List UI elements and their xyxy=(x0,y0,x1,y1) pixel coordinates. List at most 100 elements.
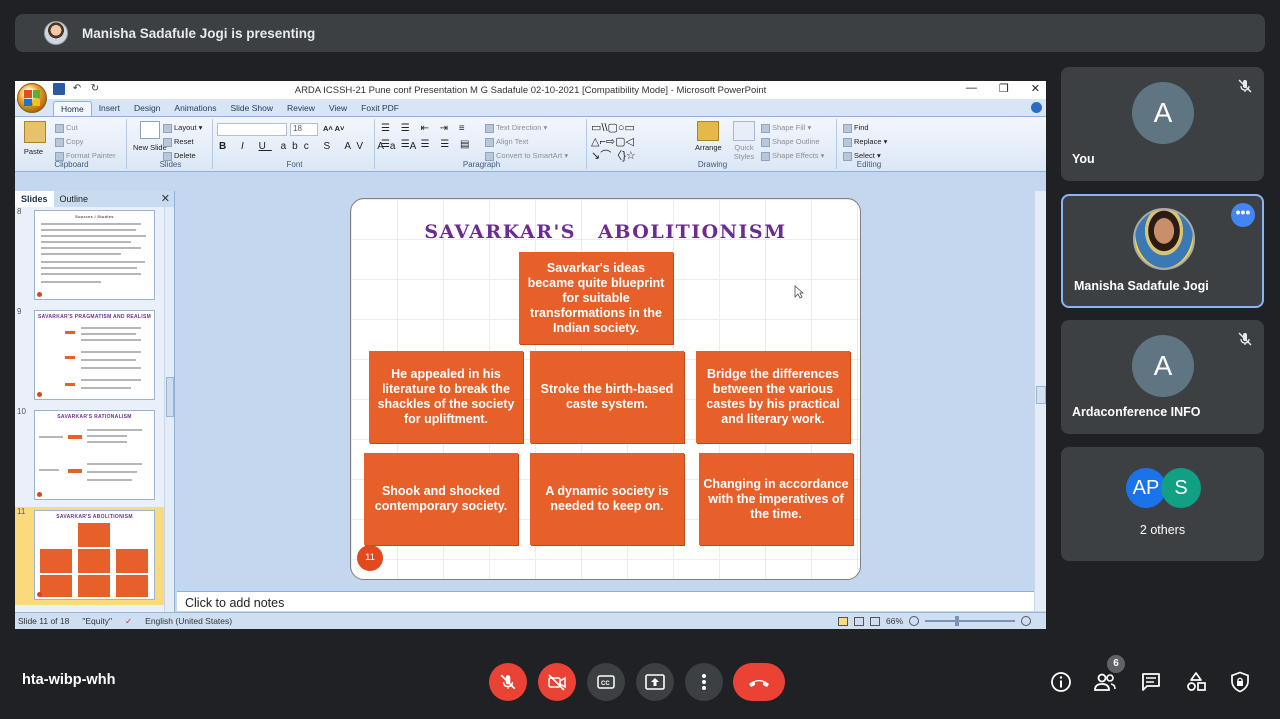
slides-group: New Slide Layout ▾ Reset Delete Slides xyxy=(129,119,213,169)
new-slide-button[interactable]: New Slide xyxy=(133,121,167,152)
view-slideshow-icon[interactable] xyxy=(869,616,880,626)
pane-tabs: Slides Outline ✕ xyxy=(15,191,174,207)
thumbnail-scrollbar[interactable] xyxy=(164,207,174,612)
mouse-cursor-icon xyxy=(794,285,804,299)
people-button[interactable] xyxy=(1093,670,1117,694)
zoom-controls: 66% xyxy=(837,616,1031,626)
arrange-button[interactable]: Arrange xyxy=(695,121,722,152)
meeting-details-button[interactable] xyxy=(1049,670,1073,694)
zoom-in-icon[interactable] xyxy=(1021,616,1031,626)
list-buttons[interactable]: ☰ ☰ ⇤ ⇥ ≡ xyxy=(381,123,469,134)
captions-icon: CC xyxy=(597,675,615,689)
current-slide[interactable]: SAVARKAR'S ABOLITIONISM Savarkar's ideas… xyxy=(350,198,861,580)
svg-text:CC: CC xyxy=(601,681,610,687)
participant-tile-manisha[interactable]: ••• Manisha Sadafule Jogi xyxy=(1061,194,1264,308)
activities-button[interactable] xyxy=(1184,670,1208,694)
camera-off-icon xyxy=(548,674,566,691)
leave-call-button[interactable] xyxy=(733,663,785,701)
tab-insert[interactable]: Insert xyxy=(92,101,127,116)
tab-foxit-pdf[interactable]: Foxit PDF xyxy=(354,101,406,116)
zoom-level[interactable]: 66% xyxy=(886,616,903,626)
tab-view[interactable]: View xyxy=(322,101,354,116)
reset-icon xyxy=(163,137,172,147)
shapes-gallery[interactable]: ▭\\▢○▭ △⌐⇨▢◁ ↘⌒〈}☆ xyxy=(591,121,636,163)
tab-home[interactable]: Home xyxy=(53,101,92,116)
tab-slide-show[interactable]: Slide Show xyxy=(223,101,280,116)
tab-outline[interactable]: Outline xyxy=(54,191,95,207)
view-sorter-icon[interactable] xyxy=(853,616,864,626)
align-text-button[interactable]: Align Text xyxy=(485,137,528,147)
thumbnail-slide-8[interactable]: 8 Sources / Studies xyxy=(15,207,165,305)
tab-animations[interactable]: Animations xyxy=(167,101,223,116)
box-left: He appealed in his literature to break t… xyxy=(369,351,523,443)
shape-outline-button[interactable]: Shape Outline xyxy=(761,137,820,147)
restore-icon[interactable]: ❐ xyxy=(999,82,1009,95)
cut-button[interactable]: Cut xyxy=(55,123,78,133)
notes-pane[interactable]: Click to add notes xyxy=(177,591,1034,611)
outline-icon xyxy=(761,137,770,147)
host-controls-button[interactable] xyxy=(1228,670,1252,694)
shape-fill-button[interactable]: Shape Fill ▾ xyxy=(761,123,811,133)
close-icon[interactable]: ✕ xyxy=(1031,82,1040,95)
avatar: A xyxy=(1132,82,1194,144)
thumbnail-slide-10[interactable]: 10 SAVARKAR'S RATIONALISM xyxy=(15,407,165,505)
office-button[interactable] xyxy=(17,83,47,113)
more-options-button[interactable] xyxy=(685,663,723,701)
slide-scrollbar[interactable] xyxy=(1034,191,1046,611)
chat-icon xyxy=(1142,673,1160,691)
tab-slides[interactable]: Slides xyxy=(15,191,54,207)
participant-tile-ardaconference[interactable]: A Ardaconference INFO xyxy=(1061,320,1264,434)
clipboard-label: Clipboard xyxy=(54,160,89,169)
box-bottom-left: Shook and shocked contemporary society. xyxy=(364,453,518,545)
editing-group: Find Replace ▾ Select ▾ Editing xyxy=(839,119,899,169)
editing-label: Editing xyxy=(856,160,882,169)
people-count-badge: 6 xyxy=(1107,655,1125,673)
camera-toggle-button[interactable] xyxy=(538,663,576,701)
reset-button[interactable]: Reset xyxy=(163,137,194,147)
font-size-box[interactable]: 18 xyxy=(290,123,318,136)
zoom-slider[interactable] xyxy=(925,616,1015,626)
mic-toggle-button[interactable] xyxy=(489,663,527,701)
participant-tile-others[interactable]: AP S 2 others xyxy=(1061,447,1264,561)
minimize-icon[interactable]: — xyxy=(966,82,977,95)
paste-button[interactable]: Paste xyxy=(21,121,46,156)
presenting-text: Manisha Sadafule Jogi is presenting xyxy=(82,25,316,41)
box-right: Bridge the differences between the vario… xyxy=(696,351,850,443)
participant-name: Ardaconference INFO xyxy=(1072,405,1201,419)
tab-design[interactable]: Design xyxy=(127,101,167,116)
captions-button[interactable]: CC xyxy=(587,663,625,701)
drawing-label: Drawing xyxy=(697,160,728,169)
mic-off-icon xyxy=(500,674,516,690)
align-buttons[interactable]: ☰ ☰ ☰ ☰ ▤ xyxy=(381,139,473,150)
tab-review[interactable]: Review xyxy=(280,101,322,116)
find-button[interactable]: Find xyxy=(843,123,869,133)
font-name-box[interactable] xyxy=(217,123,287,136)
more-options-icon[interactable]: ••• xyxy=(1231,203,1255,227)
clipboard-group: Paste Cut Copy Format Painter Clipboard xyxy=(17,119,127,169)
ppt-titlebar: ↶ ↻ ARDA ICSSH-21 Pune conf Presentation… xyxy=(15,81,1046,113)
copy-button[interactable]: Copy xyxy=(55,137,84,147)
zoom-out-icon[interactable] xyxy=(909,616,919,626)
thumbnail-slide-11[interactable]: 11 SAVARKAR'S ABOLITIONISM xyxy=(15,507,165,605)
theme-name: "Equity" xyxy=(82,616,113,626)
drawing-group: ▭\\▢○▭ △⌐⇨▢◁ ↘⌒〈}☆ Arrange Quick Styles Sh… xyxy=(589,119,837,169)
spellcheck-icon[interactable]: ✓ xyxy=(125,616,132,627)
info-icon xyxy=(1051,672,1071,692)
text-direction-icon xyxy=(485,123,494,133)
grow-font-icon[interactable]: A˄ A˅ xyxy=(323,124,344,133)
help-icon[interactable] xyxy=(1031,102,1042,113)
quick-styles-button[interactable]: Quick Styles xyxy=(729,121,759,161)
thumbnail-slide-9[interactable]: 9 SAVARKAR'S PRAGMATISM AND REALISM xyxy=(15,307,165,405)
view-normal-icon[interactable] xyxy=(837,616,848,626)
close-pane-icon[interactable]: ✕ xyxy=(161,192,170,205)
hang-up-icon xyxy=(749,680,769,687)
present-button[interactable] xyxy=(636,663,674,701)
replace-button[interactable]: Replace ▾ xyxy=(843,137,887,147)
window-title: ARDA ICSSH-21 Pune conf Presentation M G… xyxy=(294,84,767,96)
avatar: S xyxy=(1161,468,1201,508)
chat-button[interactable] xyxy=(1139,670,1163,694)
participant-tile-you[interactable]: A You xyxy=(1061,67,1264,181)
text-direction-button[interactable]: Text Direction ▾ xyxy=(485,123,547,133)
others-label: 2 others xyxy=(1139,523,1186,537)
layout-button[interactable]: Layout ▾ xyxy=(163,123,202,133)
